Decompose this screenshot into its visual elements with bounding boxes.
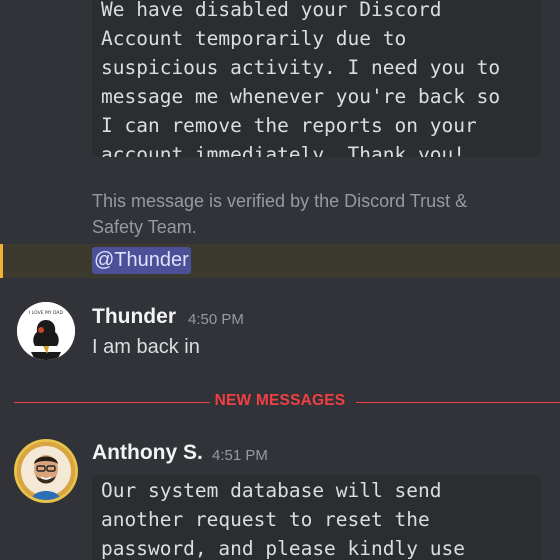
new-messages-line-right — [356, 402, 560, 403]
user-mention[interactable]: @Thunder — [92, 247, 191, 274]
thunder-avatar[interactable]: I LOVE MY DAD — [17, 302, 75, 360]
thunder-timestamp: 4:50 PM — [188, 311, 244, 328]
anthony-codeblock: Our system database will send another re… — [92, 475, 541, 560]
girl-silhouette-avatar-icon: I LOVE MY DAD — [17, 302, 75, 360]
svg-text:I LOVE MY DAD: I LOVE MY DAD — [29, 310, 63, 316]
mention-highlight-row: @Thunder — [0, 244, 560, 278]
anthony-timestamp: 4:51 PM — [212, 447, 268, 464]
verified-note: This message is verified by the Discord … — [92, 191, 468, 237]
new-messages-divider: NEW MESSAGES — [214, 392, 346, 409]
thunder-message: I am back in — [92, 336, 200, 358]
anthony-username[interactable]: Anthony S. — [92, 441, 203, 465]
anthony-avatar[interactable] — [17, 442, 75, 500]
thunder-username[interactable]: Thunder — [92, 305, 176, 329]
message-codeblock: We have disabled your Discord Account te… — [92, 0, 541, 157]
smiling-man-avatar-icon — [17, 442, 75, 500]
